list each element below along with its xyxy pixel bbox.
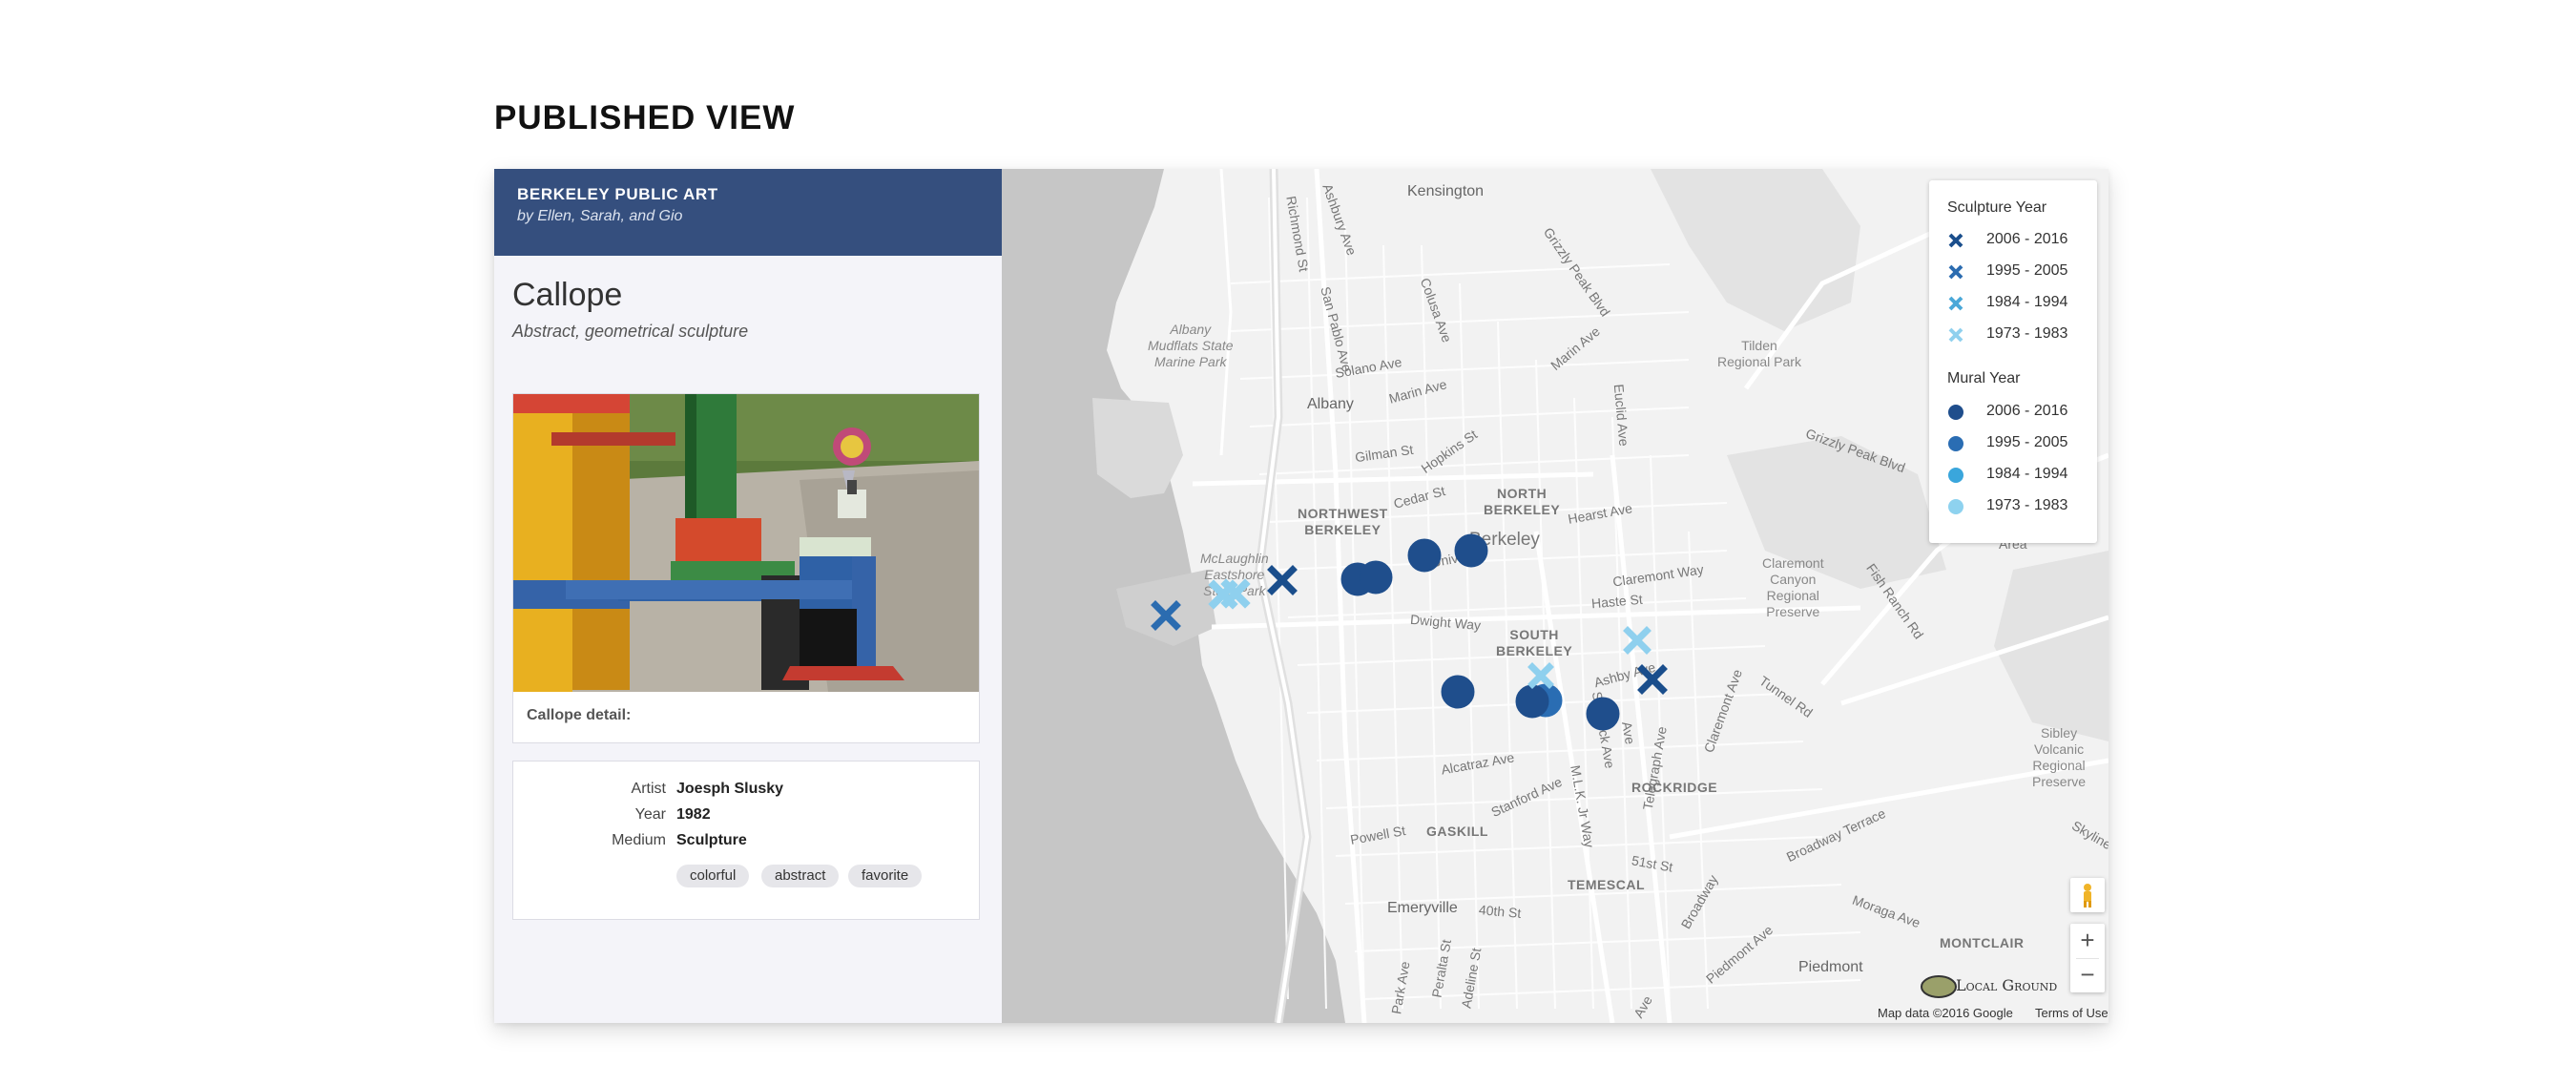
legend-mural-1995-2005[interactable]: 1995 - 2005: [1947, 433, 2090, 452]
mural-marker[interactable]: [1454, 533, 1488, 568]
circle-icon: [1948, 468, 1963, 483]
tag-abstract[interactable]: abstract: [761, 865, 840, 887]
legend-label: 2006 - 2016: [1986, 403, 2068, 419]
map-attribution: Map data ©2016 Google: [1878, 1006, 2013, 1020]
zoom-out-button[interactable]: −: [2070, 958, 2105, 992]
record-subtitle: Abstract, geometrical sculpture: [512, 322, 749, 341]
pegman-icon: [2084, 884, 2091, 908]
map-legend: Sculpture Year 2006 - 2016 1995 - 2005 1…: [1929, 180, 2097, 543]
legend-label: 1973 - 1983: [1986, 325, 2068, 342]
legend-sculpture-2006-2016[interactable]: 2006 - 2016: [1947, 230, 2090, 249]
year-value: 1982: [676, 806, 711, 823]
legend-label: 1984 - 1994: [1986, 466, 2068, 482]
x-icon: [1948, 327, 1963, 343]
circle-icon: [1948, 405, 1963, 420]
published-map-app: BERKELEY PUBLIC ART by Ellen, Sarah, and…: [494, 169, 2109, 1023]
medium-value: Sculpture: [676, 832, 747, 848]
tag-favorite[interactable]: favorite: [848, 865, 923, 887]
mural-marker[interactable]: [1515, 684, 1549, 719]
legend-label: 1973 - 1983: [1986, 497, 2068, 513]
sculpture-marker[interactable]: [1151, 600, 1181, 631]
year-label: Year: [634, 806, 666, 823]
zoom-in-button[interactable]: +: [2070, 924, 2105, 958]
x-icon: [1948, 233, 1963, 248]
mural-marker[interactable]: [1359, 560, 1393, 595]
project-title: BERKELEY PUBLIC ART: [517, 185, 718, 203]
sculpture-marker[interactable]: [1623, 626, 1652, 655]
legend-label: 1984 - 1994: [1986, 294, 2068, 310]
local-ground-brand: Local Ground: [1956, 976, 2058, 994]
sculpture-marker[interactable]: [1527, 662, 1554, 689]
tag-colorful[interactable]: colorful: [676, 865, 750, 887]
terms-of-use-link[interactable]: Terms of Use: [2035, 1006, 2109, 1020]
legend-label: 1995 - 2005: [1986, 262, 2068, 279]
artist-value: Joesph Slusky: [676, 781, 784, 797]
legend-sculpture-heading: Sculpture Year: [1947, 199, 2047, 216]
project-header: BERKELEY PUBLIC ART by Ellen, Sarah, and…: [494, 169, 1002, 256]
legend-sculpture-1973-1983[interactable]: 1973 - 1983: [1947, 324, 2090, 344]
x-icon: [1948, 296, 1963, 311]
side-panel: BERKELEY PUBLIC ART by Ellen, Sarah, and…: [494, 169, 1003, 1023]
sculpture-photo[interactable]: [513, 394, 979, 692]
mural-marker[interactable]: [1586, 697, 1620, 731]
mural-marker[interactable]: [1407, 538, 1442, 573]
zoom-controls: + −: [2070, 924, 2105, 992]
legend-label: 1995 - 2005: [1986, 434, 2068, 450]
street-view-button[interactable]: [2070, 878, 2105, 912]
photo-caption: Callope detail:: [527, 707, 632, 723]
legend-mural-2006-2016[interactable]: 2006 - 2016: [1947, 402, 2090, 421]
page-heading: PUBLISHED VIEW: [494, 99, 796, 136]
medium-label: Medium: [612, 832, 666, 848]
sculpture-photo-illustration: [513, 394, 979, 692]
circle-icon: [1948, 436, 1963, 451]
record-title: Callope: [512, 277, 623, 313]
legend-mural-1984-1994[interactable]: 1984 - 1994: [1947, 465, 2090, 484]
legend-mural-1973-1983[interactable]: 1973 - 1983: [1947, 496, 2090, 515]
mural-marker[interactable]: [1441, 675, 1475, 709]
project-byline: by Ellen, Sarah, and Gio: [517, 208, 683, 224]
photo-card: Callope detail:: [512, 393, 980, 743]
sculpture-marker[interactable]: [1637, 664, 1668, 695]
legend-sculpture-1984-1994[interactable]: 1984 - 1994: [1947, 293, 2090, 312]
legend-mural-heading: Mural Year: [1947, 370, 2021, 386]
circle-icon: [1948, 499, 1963, 514]
artist-label: Artist: [631, 781, 666, 797]
legend-label: 2006 - 2016: [1986, 231, 2068, 247]
map-canvas[interactable]: Kensington Albany Albany Mudflats State …: [1002, 169, 2109, 1023]
x-icon: [1948, 264, 1963, 280]
detail-card: Artist Joesph Slusky Year 1982 Medium Sc…: [512, 761, 980, 920]
legend-sculpture-1995-2005[interactable]: 1995 - 2005: [1947, 261, 2090, 281]
sculpture-marker[interactable]: [1267, 565, 1298, 595]
